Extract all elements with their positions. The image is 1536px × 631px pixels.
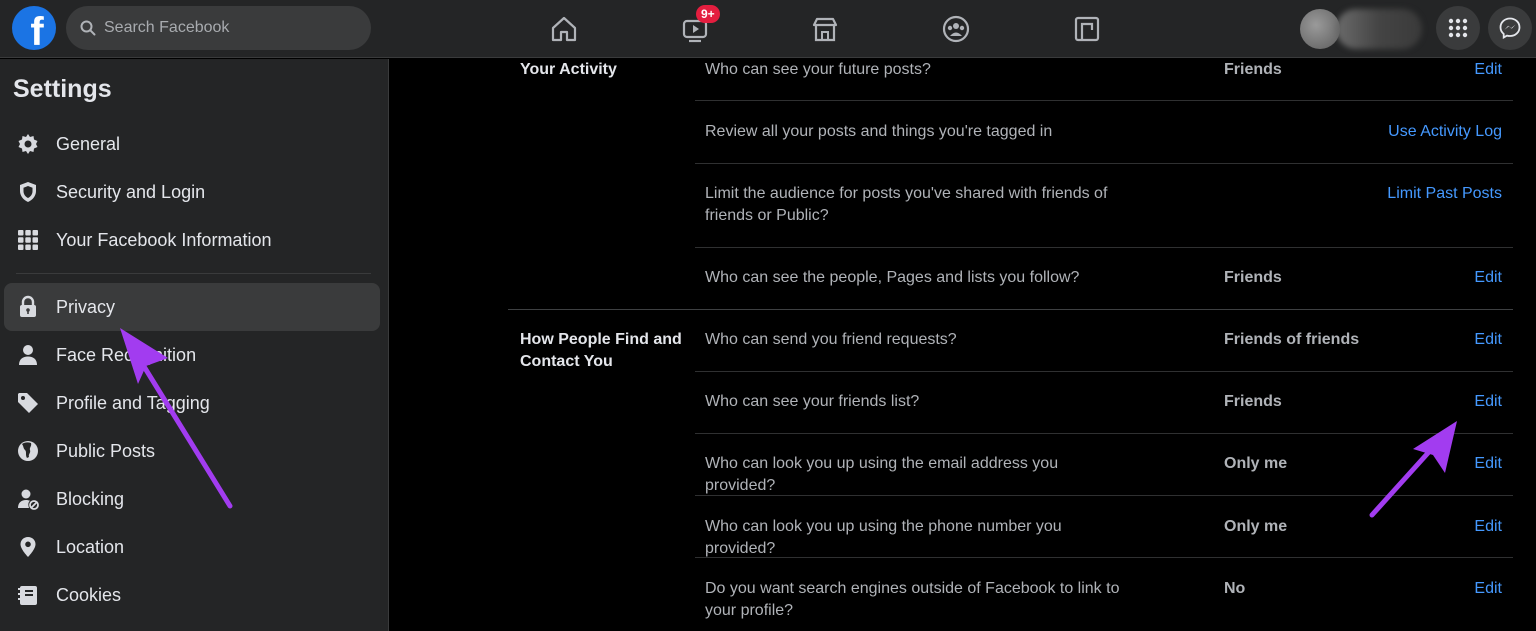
setting-row: Who can look you up using the phone numb… xyxy=(695,516,1513,557)
nav-gaming[interactable] xyxy=(1066,8,1108,50)
setting-value: Only me xyxy=(1224,518,1288,535)
person-icon xyxy=(15,342,41,368)
blocking-icon xyxy=(15,486,41,512)
grid-menu-icon xyxy=(1448,18,1468,38)
search-input[interactable] xyxy=(104,19,344,37)
shield-icon xyxy=(15,179,41,205)
top-navigation-bar: f 9+ xyxy=(0,0,1536,58)
marketplace-icon xyxy=(812,17,838,42)
sidebar-divider xyxy=(16,273,371,274)
sidebar-item-face-recognition[interactable]: Face Recognition xyxy=(4,331,380,379)
edit-link[interactable]: Edit xyxy=(1474,59,1502,81)
setting-row: Who can send you friend requests? Friend… xyxy=(695,329,1513,369)
globe-icon xyxy=(15,438,41,464)
row-divider xyxy=(695,100,1513,101)
setting-row: Who can see your future posts? Friends E… xyxy=(695,59,1513,100)
grid-icon xyxy=(15,227,41,253)
section-divider xyxy=(508,309,1513,310)
avatar[interactable] xyxy=(1300,9,1340,49)
menu-button[interactable] xyxy=(1436,6,1480,50)
nav-watch[interactable]: 9+ xyxy=(674,5,720,50)
setting-question: Who can look you up using the phone numb… xyxy=(705,518,1062,557)
row-divider xyxy=(695,433,1513,434)
sidebar-item-label: General xyxy=(56,133,121,154)
home-icon xyxy=(551,16,577,42)
nav-marketplace[interactable] xyxy=(804,8,846,50)
setting-value: Friends xyxy=(1224,393,1282,410)
profile-name-blurred[interactable] xyxy=(1336,9,1422,49)
edit-link[interactable]: Edit xyxy=(1474,329,1502,351)
setting-value: No xyxy=(1224,580,1246,597)
sidebar-item-general[interactable]: General xyxy=(4,120,380,168)
setting-row: Do you want search engines outside of Fa… xyxy=(695,578,1513,628)
setting-question: Who can look you up using the email addr… xyxy=(705,455,1059,494)
edit-link[interactable]: Edit xyxy=(1474,453,1502,475)
setting-row: Limit the audience for posts you've shar… xyxy=(695,183,1513,245)
setting-row: Review all your posts and things you're … xyxy=(695,121,1513,161)
sidebar-item-blocking[interactable]: Blocking xyxy=(4,475,380,523)
section-title-how-people-find-you: How People Find and Contact You xyxy=(520,331,682,370)
sidebar-item-profile-and-tagging[interactable]: Profile and Tagging xyxy=(4,379,380,427)
row-divider xyxy=(695,247,1513,248)
lock-icon xyxy=(15,294,41,320)
setting-question: Review all your posts and things you're … xyxy=(705,123,1053,140)
row-divider xyxy=(695,495,1513,496)
limit-past-posts-link[interactable]: Limit Past Posts xyxy=(1387,183,1502,205)
setting-question: Do you want search engines outside of Fa… xyxy=(705,580,1120,619)
gaming-icon xyxy=(1074,16,1100,42)
sidebar-item-label: Face Recognition xyxy=(56,344,197,365)
nav-groups[interactable] xyxy=(935,8,977,50)
cookies-icon xyxy=(15,582,41,608)
groups-icon xyxy=(942,15,970,43)
setting-question: Who can send you friend requests? xyxy=(705,331,957,348)
edit-friends-list-link[interactable]: Edit xyxy=(1474,391,1502,413)
row-divider xyxy=(695,557,1513,558)
messenger-button[interactable] xyxy=(1488,6,1532,50)
row-divider xyxy=(695,163,1513,164)
setting-question: Who can see your future posts? xyxy=(705,61,931,78)
location-pin-icon xyxy=(15,534,41,560)
sidebar-item-label: Cookies xyxy=(56,584,122,605)
tag-icon xyxy=(15,390,41,416)
sidebar-item-label: Blocking xyxy=(56,488,125,509)
sidebar-item-privacy[interactable]: Privacy xyxy=(4,283,380,331)
sidebar-item-label: Public Posts xyxy=(56,440,156,461)
sidebar-item-label: Profile and Tagging xyxy=(56,392,210,413)
search-box[interactable] xyxy=(66,6,371,50)
sidebar-item-cookies[interactable]: Cookies xyxy=(4,571,380,619)
section-title-your-activity: Your Activity xyxy=(520,61,617,78)
nav-home[interactable] xyxy=(543,8,585,50)
setting-value: Friends xyxy=(1224,269,1282,286)
sidebar-item-label: Location xyxy=(56,536,125,557)
gear-icon xyxy=(15,131,41,157)
facebook-logo[interactable]: f xyxy=(12,6,56,50)
sidebar-item-security[interactable]: Security and Login xyxy=(4,168,380,216)
sidebar-item-label: Your Facebook Information xyxy=(56,229,272,250)
setting-question: Who can see your friends list? xyxy=(705,393,920,410)
row-divider xyxy=(695,371,1513,372)
messenger-icon xyxy=(1499,17,1521,39)
sidebar-item-location[interactable]: Location xyxy=(4,523,380,571)
sidebar-item-public-posts[interactable]: Public Posts xyxy=(4,427,380,475)
sidebar-item-label: Security and Login xyxy=(56,181,206,202)
sidebar-item-label: Privacy xyxy=(56,296,116,317)
setting-row: Who can look you up using the email addr… xyxy=(695,453,1513,494)
setting-question: Who can see the people, Pages and lists … xyxy=(705,269,1080,286)
notification-badge: 9+ xyxy=(696,5,720,23)
setting-value: Only me xyxy=(1224,455,1288,472)
setting-question: Limit the audience for posts you've shar… xyxy=(705,185,1108,224)
setting-value: Friends xyxy=(1224,61,1282,78)
edit-link[interactable]: Edit xyxy=(1474,578,1502,600)
privacy-settings-panel: Your Activity Who can see your future po… xyxy=(390,59,1536,631)
setting-row: Who can see your friends list? Friends E… xyxy=(695,391,1513,431)
edit-link[interactable]: Edit xyxy=(1474,267,1502,289)
setting-value: Friends of friends xyxy=(1224,331,1360,348)
sidebar-item-your-facebook-information[interactable]: Your Facebook Information xyxy=(4,216,380,264)
search-icon xyxy=(80,20,96,36)
page-title: Settings xyxy=(13,75,112,103)
edit-link[interactable]: Edit xyxy=(1474,516,1502,538)
setting-row: Who can see the people, Pages and lists … xyxy=(695,267,1513,307)
use-activity-log-link[interactable]: Use Activity Log xyxy=(1388,121,1502,143)
settings-sidebar: Settings General Security and Login Your… xyxy=(0,59,389,631)
